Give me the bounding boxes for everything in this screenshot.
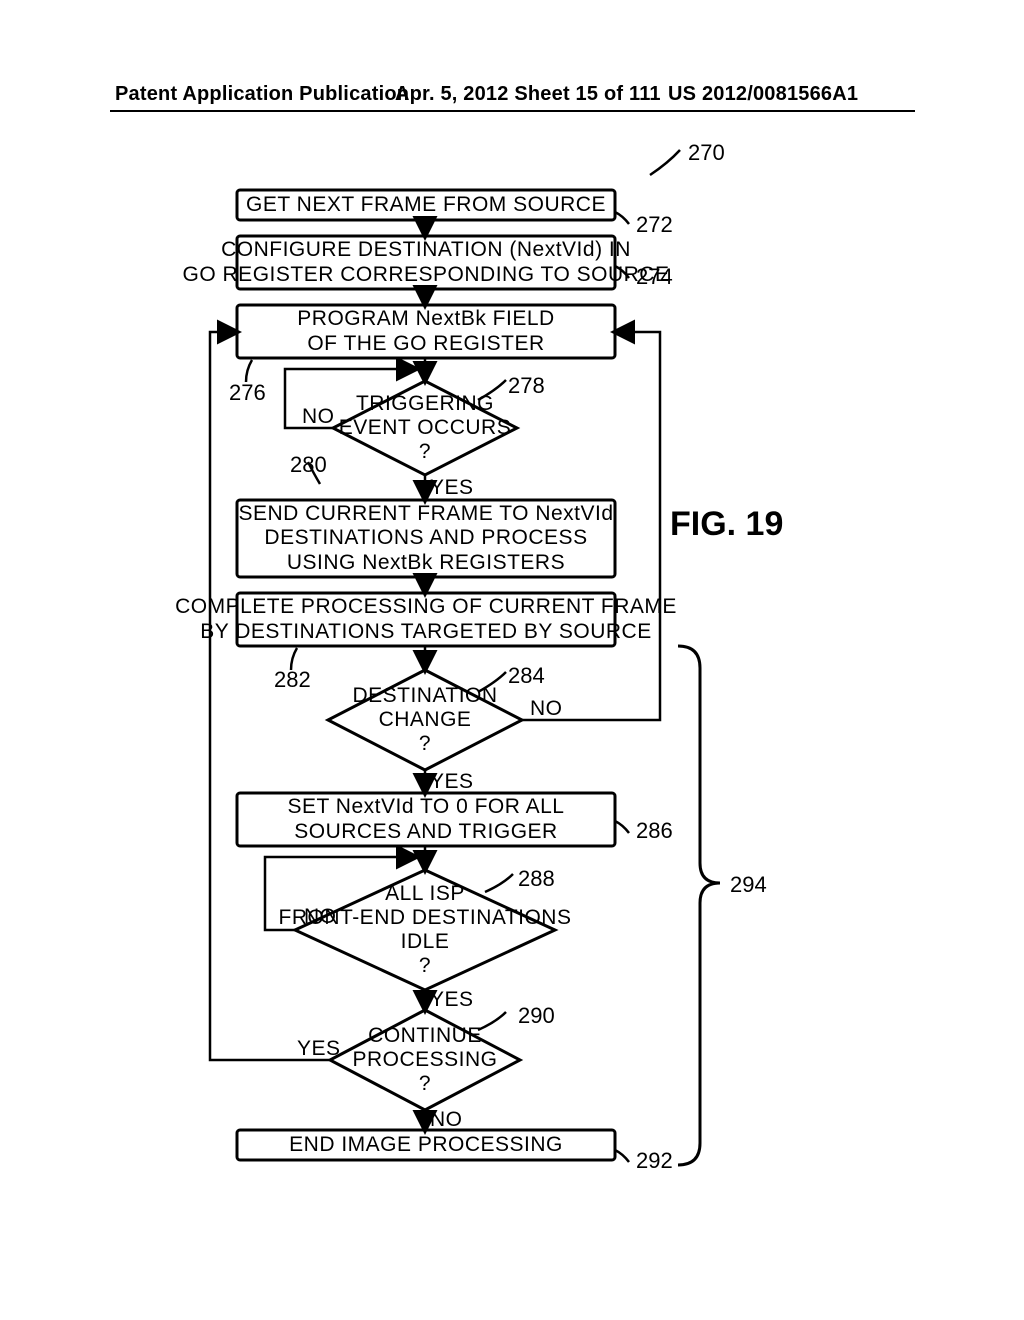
ref-278: 278 — [508, 373, 545, 399]
edge-284-yes: YES — [430, 770, 474, 794]
edge-288-yes: YES — [430, 988, 474, 1012]
edge-290-no: NO — [430, 1108, 463, 1132]
edge-278-yes: YES — [430, 476, 474, 500]
edge-284-no: NO — [530, 697, 563, 721]
ref-294: 294 — [730, 872, 767, 898]
step-280: SEND CURRENT FRAME TO NextVId DESTINATIO… — [237, 500, 615, 577]
ref-282: 282 — [274, 667, 311, 693]
edge-288-no: NO — [304, 905, 337, 929]
ref-280: 280 — [290, 452, 327, 478]
ref-272: 272 — [636, 212, 673, 238]
ref-290: 290 — [518, 1003, 555, 1029]
step-276: PROGRAM NextBk FIELD OF THE GO REGISTER — [237, 305, 615, 358]
step-272: GET NEXT FRAME FROM SOURCE — [237, 190, 615, 220]
ref-286: 286 — [636, 818, 673, 844]
step-274: CONFIGURE DESTINATION (NextVId) IN GO RE… — [237, 236, 615, 289]
step-292: END IMAGE PROCESSING — [237, 1130, 615, 1160]
decision-290: CONTINUE PROCESSING ? — [330, 1018, 520, 1102]
decision-278: TRIGGERING EVENT OCCURS ? — [333, 387, 517, 469]
ref-276: 276 — [229, 380, 266, 406]
decision-288: ALL ISP FRONT-END DESTINATIONS IDLE ? — [295, 878, 555, 982]
edge-278-no: NO — [302, 405, 335, 429]
ref-288: 288 — [518, 866, 555, 892]
decision-284: DESTINATION CHANGE ? — [328, 678, 522, 762]
ref-292: 292 — [636, 1148, 673, 1174]
ref-284: 284 — [508, 663, 545, 689]
ref-270: 270 — [688, 140, 725, 166]
step-282: COMPLETE PROCESSING OF CURRENT FRAME BY … — [237, 593, 615, 646]
figure-label: FIG. 19 — [670, 505, 783, 544]
ref-274: 274 — [636, 264, 673, 290]
edge-290-yes: YES — [297, 1037, 341, 1061]
step-286: SET NextVId TO 0 FOR ALL SOURCES AND TRI… — [237, 793, 615, 846]
